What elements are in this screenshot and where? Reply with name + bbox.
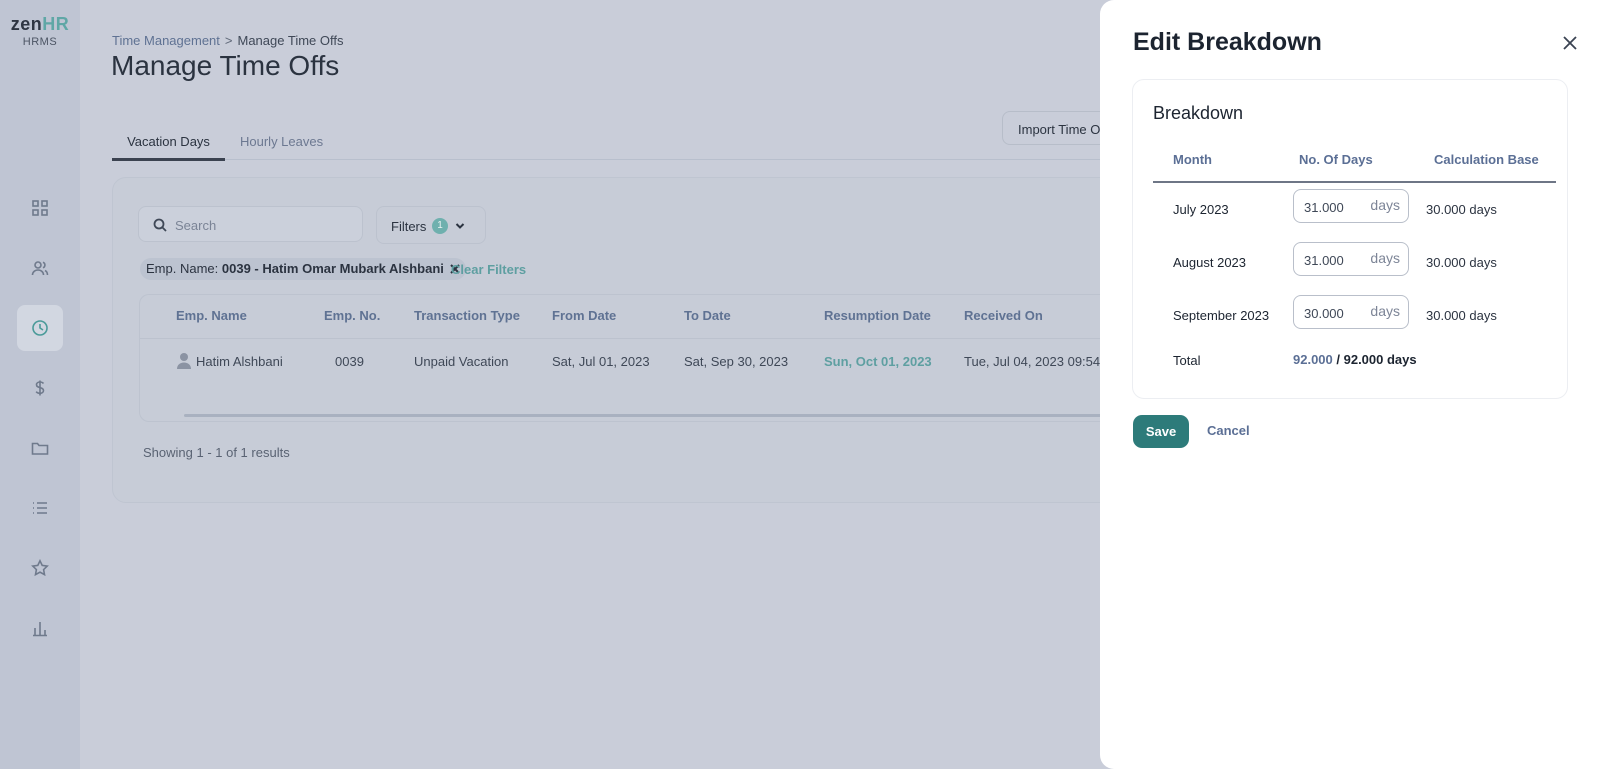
days-field: days (1293, 295, 1409, 329)
page-title: Manage Time Offs (111, 50, 340, 81)
breakdown-month: July 2023 (1173, 202, 1229, 217)
sidebar-item-reports[interactable] (17, 605, 63, 651)
search-box (138, 206, 363, 242)
days-input-july-2023[interactable] (1304, 198, 1364, 216)
clear-filters-link[interactable]: Clear Filters (451, 262, 526, 277)
breakdown-header-divider (1153, 181, 1556, 183)
clock-icon (32, 320, 48, 336)
column-header-emp-name[interactable]: Emp. Name (176, 308, 247, 323)
column-header-emp-no[interactable]: Emp. No. (324, 308, 380, 323)
cell-from-date: Sat, Jul 01, 2023 (552, 354, 650, 369)
active-filter-chip: Emp. Name: 0039 - Hatim Omar Mubark Alsh… (140, 258, 466, 280)
days-unit: days (1370, 303, 1400, 319)
cell-emp-no: 0039 (335, 354, 364, 369)
breadcrumb-parent[interactable]: Time Management (112, 33, 220, 48)
sidebar-item-time[interactable] (17, 305, 63, 351)
days-input-september-2023[interactable] (1304, 304, 1364, 322)
search-icon (153, 218, 167, 232)
logo-subtitle: HRMS (22, 36, 58, 48)
days-field: days (1293, 242, 1409, 276)
users-icon (31, 261, 49, 276)
sidebar-item-dashboard[interactable] (17, 185, 63, 231)
column-header-no-of-days: No. Of Days (1299, 152, 1373, 167)
dollar-icon (35, 380, 45, 396)
filter-chip-label: Emp. Name: (146, 261, 219, 276)
breakdown-title: Breakdown (1153, 103, 1244, 123)
sidebar-item-performance[interactable] (17, 545, 63, 591)
total-days-suffix: / 92.000 days (1336, 352, 1417, 367)
breadcrumb-separator: > (224, 33, 233, 48)
cancel-button[interactable]: Cancel (1207, 423, 1250, 438)
cell-transaction-type: Unpaid Vacation (414, 354, 509, 369)
days-unit: days (1370, 250, 1400, 266)
grid-icon (32, 200, 48, 216)
bar-chart-icon (33, 622, 47, 637)
total-value: 92.000 / 92.000 days (1293, 352, 1417, 367)
chevron-down-icon (455, 223, 465, 229)
breakdown-month: August 2023 (1173, 255, 1247, 270)
search-input[interactable] (175, 215, 355, 235)
column-header-month: Month (1173, 152, 1212, 167)
filters-count-badge: 1 (432, 218, 448, 234)
logo-text-hr: HR (42, 14, 70, 34)
sidebar-item-payroll[interactable] (17, 365, 63, 411)
column-header-received-on[interactable]: Received On (964, 308, 1043, 323)
breakdown-month: September 2023 (1173, 308, 1270, 323)
calculation-base: 30.000 days (1426, 202, 1497, 217)
sidebar: zenHR HRMS (0, 0, 80, 769)
sidebar-item-documents[interactable] (17, 425, 63, 471)
breadcrumb: Time Management > Manage Time Offs (112, 33, 343, 48)
total-label: Total (1173, 353, 1201, 368)
tab-vacation-days[interactable]: Vacation Days (112, 134, 225, 161)
tab-hourly-leaves[interactable]: Hourly Leaves (240, 134, 323, 160)
drawer-title: Edit Breakdown (1133, 28, 1322, 56)
column-header-transaction-type[interactable]: Transaction Type (414, 308, 520, 323)
breakdown-card: Breakdown Month No. Of Days Calculation … (1132, 79, 1568, 399)
edit-breakdown-drawer: Edit Breakdown Breakdown Month No. Of Da… (1100, 0, 1600, 769)
filters-label: Filters (391, 219, 427, 234)
close-icon[interactable] (1563, 36, 1577, 50)
total-days: 92.000 (1293, 352, 1333, 367)
cell-to-date: Sat, Sep 30, 2023 (684, 354, 789, 369)
filter-chip-value: 0039 - Hatim Omar Mubark Alshbani (221, 261, 444, 276)
breadcrumb-current: Manage Time Offs (237, 33, 344, 48)
tab-bar: Vacation Days Hourly Leaves (112, 132, 1112, 161)
list-icon (33, 502, 47, 514)
filters-button[interactable]: Filters 1 (376, 206, 486, 244)
logo-text-zen: zen (10, 14, 43, 34)
days-unit: days (1370, 197, 1400, 213)
table-header-divider (140, 338, 1122, 339)
cell-resumption-date[interactable]: Sun, Oct 01, 2023 (824, 354, 932, 369)
save-button[interactable]: Save (1133, 415, 1189, 448)
pagination-summary: Showing 1 - 1 of 1 results (143, 445, 290, 460)
star-icon (31, 559, 49, 577)
avatar-icon (177, 353, 191, 369)
column-header-calculation-base: Calculation Base (1434, 152, 1539, 167)
column-header-resumption-date[interactable]: Resumption Date (824, 308, 931, 323)
table-horizontal-scrollbar[interactable] (184, 414, 1122, 417)
calculation-base: 30.000 days (1426, 308, 1497, 323)
calculation-base: 30.000 days (1426, 255, 1497, 270)
folder-icon (31, 442, 49, 455)
column-header-to-date[interactable]: To Date (684, 308, 731, 323)
sidebar-item-lists[interactable] (17, 485, 63, 531)
days-input-august-2023[interactable] (1304, 251, 1364, 269)
column-header-from-date[interactable]: From Date (552, 308, 616, 323)
cell-received-on: Tue, Jul 04, 2023 09:54 AM (964, 354, 1100, 369)
cell-emp-name[interactable]: Hatim Alshbani (196, 354, 283, 369)
days-field: days (1293, 189, 1409, 223)
logo[interactable]: zenHR HRMS (10, 14, 70, 48)
sidebar-item-employees[interactable] (17, 245, 63, 291)
